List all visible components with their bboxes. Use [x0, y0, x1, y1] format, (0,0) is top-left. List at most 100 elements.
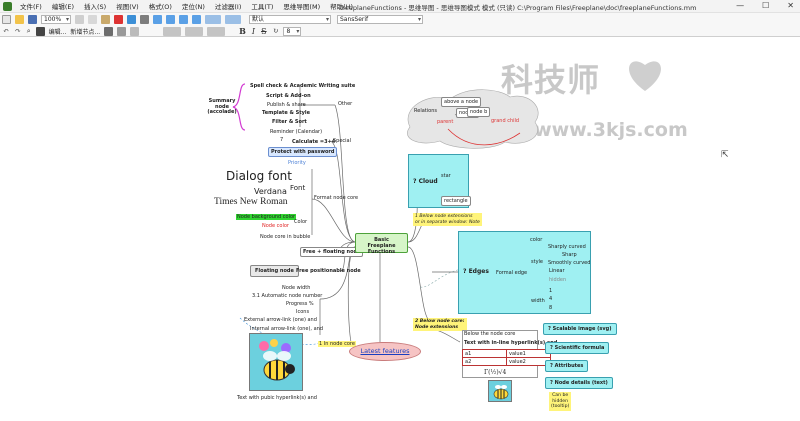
node-priority[interactable]: Priority — [288, 160, 306, 166]
latest-features-link[interactable]: Latest features — [349, 342, 421, 361]
node-smoothly-curved[interactable]: Smoothly curved — [548, 260, 590, 266]
align-left-icon[interactable] — [163, 26, 182, 36]
node-star[interactable]: star — [441, 173, 451, 179]
node-text-hyperlink[interactable]: Text with pubic hyperlink(s) and — [237, 395, 317, 401]
node-above-node[interactable]: above a node — [441, 97, 482, 107]
attr-value-2[interactable]: value2 — [506, 357, 551, 366]
node-edge-color[interactable]: color — [530, 237, 542, 243]
menu-view[interactable]: 视图(V) — [111, 1, 144, 11]
node-details[interactable]: ? Node details (text) — [545, 377, 613, 389]
node-in-core[interactable]: 1 In node core — [318, 341, 356, 347]
node-int-arrow[interactable]: Internal arrow-link (one), and — [250, 326, 323, 332]
node-sharp[interactable]: Sharp — [562, 252, 577, 258]
node-bubble[interactable]: Node core in bubble — [260, 234, 310, 240]
undo-icon[interactable]: ↶ — [3, 27, 9, 35]
new-map-icon[interactable] — [2, 14, 11, 24]
node-edges[interactable]: ? Edges — [463, 269, 489, 275]
node-text-hyperlink-2[interactable]: Text with in-line hyperlink(s) and — [464, 340, 557, 346]
node-floating[interactable]: Floating node — [250, 265, 299, 277]
strike-button[interactable]: S — [261, 27, 266, 36]
edit-button[interactable]: 编辑... — [49, 27, 67, 36]
attr-key-2[interactable]: a2 — [462, 357, 507, 366]
node-scalable-image[interactable]: ? Scalable image (svg) — [543, 323, 617, 335]
node-publish-share[interactable]: Publish & share — [267, 102, 306, 108]
node-icons[interactable]: Icons — [296, 309, 309, 315]
node-formal-edge[interactable]: Formal edge — [496, 270, 527, 276]
node-edge-style[interactable]: style — [531, 259, 543, 265]
node-dialog-font[interactable]: Dialog font — [226, 169, 292, 183]
open-folder-icon[interactable] — [15, 14, 24, 24]
down-arrow-icon[interactable] — [192, 14, 201, 24]
node-ext-arrow[interactable]: External arrow-link (one) and — [244, 317, 317, 323]
node-other[interactable]: Other — [338, 101, 352, 107]
close-button[interactable]: ✕ — [787, 1, 794, 10]
menu-edit[interactable]: 编辑(E) — [47, 1, 79, 11]
align-center-icon[interactable] — [185, 26, 204, 36]
find-icon[interactable] — [127, 14, 136, 24]
node-times[interactable]: Times New Roman — [214, 197, 288, 208]
align-right-icon[interactable] — [207, 26, 226, 36]
node-hidden[interactable]: hidden — [549, 277, 566, 283]
layout-icon[interactable] — [205, 14, 221, 24]
node-free-positionable[interactable]: Free positionable node — [296, 268, 361, 274]
node-reminder[interactable]: Reminder (Calendar) — [270, 129, 322, 135]
delete-icon[interactable] — [114, 14, 123, 24]
node-rectangle[interactable]: rectangle — [441, 196, 471, 206]
note-below-core[interactable]: 2 Below node core: Node extensions — [413, 318, 467, 331]
bold-button[interactable]: B — [239, 26, 246, 36]
cut-icon[interactable] — [75, 14, 84, 24]
node-calculate[interactable]: Calculate =3+4 — [292, 139, 335, 145]
note-below-extensions[interactable]: 1 Below node extensions or in separate w… — [413, 213, 482, 226]
up-arrow-icon[interactable] — [153, 14, 162, 24]
node-spell-check[interactable]: Spell check & Academic Writing suite — [250, 83, 355, 89]
menu-format[interactable]: 格式(O) — [144, 1, 177, 11]
node-b[interactable]: node b — [467, 107, 491, 117]
attributes-table[interactable]: a1 value1 a2 value2 — [462, 349, 551, 366]
node-bg-color[interactable]: Node background color — [236, 214, 297, 220]
paste-icon[interactable] — [101, 14, 110, 24]
summary-node[interactable]: Summary node (accolade) — [204, 98, 240, 116]
new-node-button[interactable]: 新增节点... — [70, 27, 100, 36]
zoom-select[interactable]: 100% — [41, 14, 71, 24]
node-special[interactable]: Special — [333, 138, 351, 144]
left-arrow-icon[interactable] — [166, 14, 175, 24]
node-width-1[interactable]: 1 — [549, 288, 552, 294]
minimize-button[interactable]: — — [736, 1, 744, 10]
node-grand-child[interactable]: grand child — [491, 118, 519, 124]
node-free-floating[interactable]: Free + floating node — [300, 247, 364, 257]
redo-icon[interactable]: ↷ — [15, 27, 21, 35]
outline-icon[interactable] — [225, 14, 241, 24]
node-protect[interactable]: Protect with password — [268, 147, 338, 157]
menu-file[interactable]: 文件(F) — [15, 1, 47, 11]
filter-icon[interactable] — [35, 26, 45, 36]
text-color-icon[interactable]: ↻ — [273, 27, 279, 35]
search-icon[interactable]: ⌕ — [27, 27, 31, 36]
node-format-core[interactable]: Format node core — [314, 195, 358, 201]
style-select[interactable]: 默认 — [249, 14, 331, 24]
node-edge-width[interactable]: width — [531, 298, 545, 304]
right-arrow-icon[interactable] — [179, 14, 188, 24]
node-relations[interactable]: Relations — [414, 108, 437, 114]
menu-filter[interactable]: 过滤器(I) — [210, 1, 247, 11]
node-auto-number[interactable]: 3.1 Automatic node number — [252, 293, 322, 299]
node-color[interactable]: Color — [294, 219, 307, 225]
note-can-be-hidden[interactable]: Can be hidden (tooltip) — [549, 392, 572, 411]
menu-navigate[interactable]: 定位(N) — [177, 1, 210, 11]
node-width-8[interactable]: 8 — [549, 305, 552, 311]
node-progress[interactable]: Progress % — [286, 301, 314, 307]
node-attributes[interactable]: ? Attributes — [545, 360, 589, 372]
latex-formula[interactable]: Γ(½)√4 — [484, 370, 506, 376]
copy-icon[interactable] — [88, 14, 97, 24]
menu-maps[interactable]: 思维导图(M) — [278, 1, 325, 11]
node-scientific-formula[interactable]: ? Scientific formula — [545, 342, 610, 354]
node-cloud[interactable]: ? Cloud — [413, 179, 438, 185]
menu-insert[interactable]: 插入(S) — [79, 1, 111, 11]
save-icon[interactable] — [28, 14, 37, 24]
node-filter-sort[interactable]: Filter & Sort — [272, 119, 307, 125]
node-font[interactable]: Font — [290, 184, 305, 192]
node-verdana[interactable]: Verdana — [254, 187, 287, 196]
node-script-addon[interactable]: Script & Add-on — [266, 93, 311, 99]
font-size-select[interactable]: 8 — [283, 26, 302, 36]
node-node-color[interactable]: Node color — [262, 223, 289, 229]
node-linear[interactable]: Linear — [549, 268, 565, 274]
